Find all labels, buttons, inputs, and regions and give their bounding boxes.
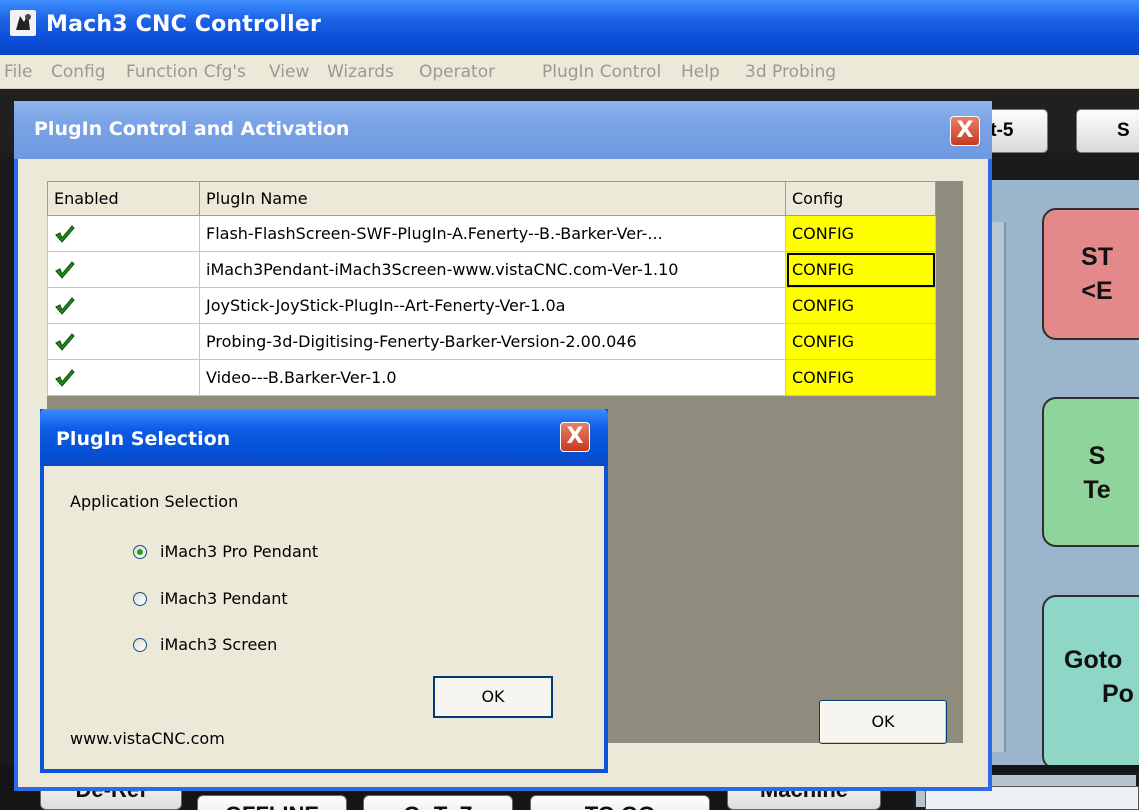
plugin-name-cell: Video---B.Barker-Ver-1.0 — [199, 359, 786, 396]
enabled-cell[interactable] — [47, 359, 200, 396]
radio-imach3-pro-pendant[interactable] — [133, 545, 147, 559]
application-selection-label: Application Selection — [70, 492, 239, 511]
goto-position-line2: Po — [1102, 680, 1134, 708]
enabled-cell[interactable] — [47, 215, 200, 252]
enabled-check-icon[interactable] — [54, 332, 76, 352]
option-imach3-pro-pendant[interactable]: iMach3 Pro Pendant — [160, 542, 318, 561]
goto-position-button[interactable]: Goto Po — [1042, 595, 1139, 770]
plugin-selection-close-button[interactable]: X — [560, 422, 590, 452]
plugin-name-cell: Probing-3d-Digitising-Fenerty-Barker-Ver… — [199, 323, 786, 360]
plugin-table: Enabled PlugIn Name Config Flash-FlashSc… — [47, 181, 936, 396]
plugin-name-cell: JoyStick-JoyStick-PlugIn--Art-Fenerty-Ve… — [199, 287, 786, 324]
radio-imach3-pendant[interactable] — [133, 592, 147, 606]
config-cell[interactable]: CONFIG — [785, 251, 936, 288]
plugin-table-header: Enabled PlugIn Name Config — [47, 181, 936, 216]
menu-file[interactable]: File — [4, 62, 32, 82]
table-row[interactable]: Flash-FlashScreen-SWF-PlugIn-A.Fenerty--… — [47, 215, 936, 252]
menu-function-cfgs[interactable]: Function Cfg's — [126, 62, 246, 82]
cycle-start-line2: <E — [1081, 277, 1113, 305]
table-row[interactable]: Probing-3d-Digitising-Fenerty-Barker-Ver… — [47, 323, 936, 360]
menu-plugin-control[interactable]: PlugIn Control — [542, 62, 661, 82]
option-imach3-pendant[interactable]: iMach3 Pendant — [160, 589, 288, 608]
column-header-plugin-name[interactable]: PlugIn Name — [199, 181, 786, 216]
set-te-button[interactable]: S Te — [1042, 397, 1139, 547]
option-imach3-screen[interactable]: iMach3 Screen — [160, 635, 277, 654]
offline-button[interactable]: OFFLINE — [197, 795, 347, 810]
cycle-start-line1: ST — [1081, 243, 1113, 271]
menu-operator[interactable]: Operator — [419, 62, 495, 82]
config-cell[interactable]: CONFIG — [785, 323, 936, 360]
screen-tab-s[interactable]: S — [1076, 109, 1139, 153]
table-row[interactable]: Video---B.Barker-Ver-1.0 CONFIG — [47, 359, 936, 396]
gotoz-button[interactable]: GoToZ — [363, 795, 513, 810]
plugin-control-close-button[interactable]: X — [950, 116, 980, 146]
config-cell[interactable]: CONFIG — [785, 287, 936, 324]
plugin-name-cell: iMach3Pendant-iMach3Screen-www.vistaCNC.… — [199, 251, 786, 288]
vistacnc-link-text: www.vistaCNC.com — [70, 729, 225, 748]
table-row[interactable]: iMach3Pendant-iMach3Screen-www.vistaCNC.… — [47, 251, 936, 288]
goto-position-line1: Goto — [1064, 646, 1123, 674]
enabled-check-icon[interactable] — [54, 368, 76, 388]
menu-view[interactable]: View — [269, 62, 309, 82]
menu-3d-probing[interactable]: 3d Probing — [745, 62, 836, 82]
cycle-start-button[interactable]: ST <E — [1042, 208, 1139, 340]
plugin-selection-title: PlugIn Selection — [56, 428, 231, 450]
table-row[interactable]: JoyStick-JoyStick-PlugIn--Art-Fenerty-Ve… — [47, 287, 936, 324]
radio-imach3-screen[interactable] — [133, 638, 147, 652]
plugin-name-cell: Flash-FlashScreen-SWF-PlugIn-A.Fenerty--… — [199, 215, 786, 252]
set-te-line1: S — [1088, 442, 1106, 470]
menu-config[interactable]: Config — [51, 62, 106, 82]
set-te-line2: Te — [1083, 476, 1111, 504]
config-cell[interactable]: CONFIG — [785, 359, 936, 396]
screen-panel-divider — [990, 222, 1006, 752]
enabled-cell[interactable] — [47, 323, 200, 360]
config-cell[interactable]: CONFIG — [785, 215, 936, 252]
window-title: Mach3 CNC Controller — [46, 12, 322, 37]
enabled-check-icon[interactable] — [54, 296, 76, 316]
menu-wizards[interactable]: Wizards — [327, 62, 394, 82]
menu-bar: File Config Function Cfg's View Wizards … — [0, 55, 1139, 89]
column-header-config[interactable]: Config — [785, 181, 936, 216]
main-titlebar: Mach3 CNC Controller — [0, 0, 1139, 55]
plugin-control-ok-button[interactable]: OK — [819, 700, 947, 744]
plugin-control-title: PlugIn Control and Activation — [34, 118, 350, 140]
enabled-cell[interactable] — [47, 287, 200, 324]
to-go-button[interactable]: TO GO — [530, 795, 710, 810]
plugin-selection-ok-button[interactable]: OK — [433, 676, 553, 718]
enabled-check-icon[interactable] — [54, 260, 76, 280]
enabled-check-icon[interactable] — [54, 224, 76, 244]
enabled-cell[interactable] — [47, 251, 200, 288]
mach3-app-icon — [10, 10, 36, 36]
column-header-enabled[interactable]: Enabled — [47, 181, 200, 216]
menu-help[interactable]: Help — [681, 62, 720, 82]
